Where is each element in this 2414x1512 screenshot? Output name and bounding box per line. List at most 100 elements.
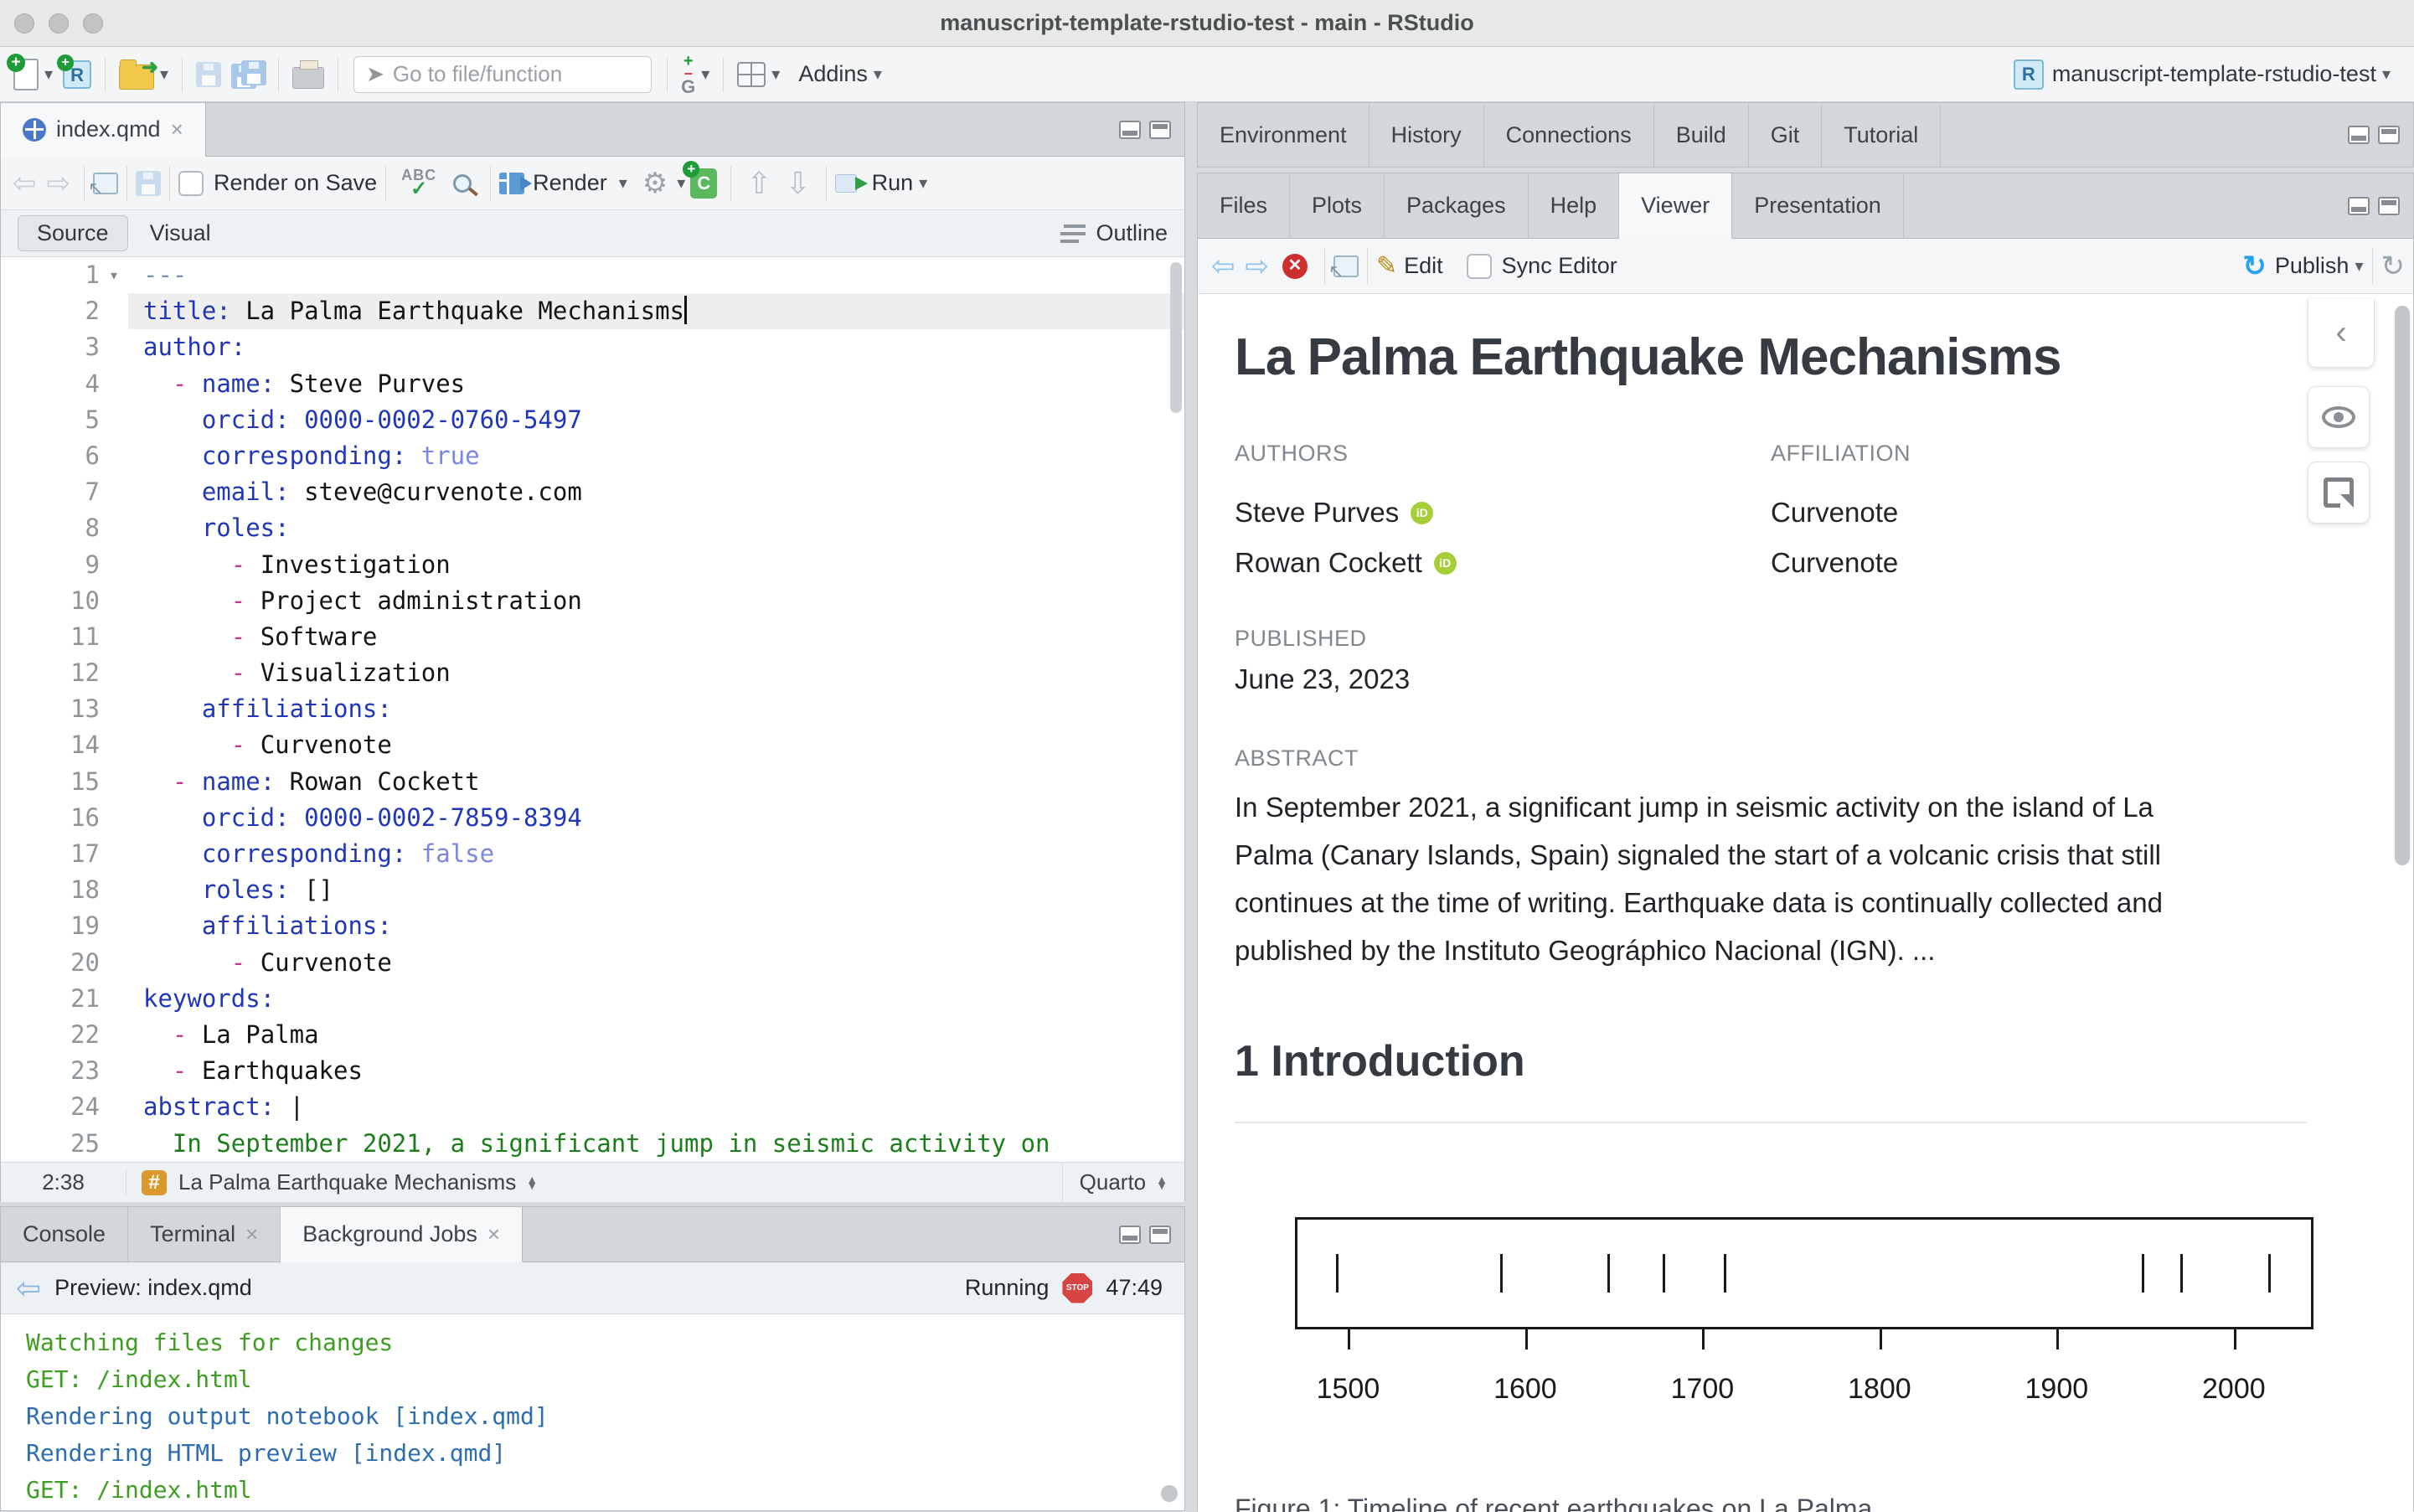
outline-button[interactable]: Outline — [1060, 220, 1168, 246]
code-line[interactable]: 19 affiliations: — [1, 908, 1184, 944]
code-line[interactable]: 21keywords: — [1, 981, 1184, 1017]
code-line[interactable]: 2title: La Palma Earthquake Mechanisms — [1, 293, 1184, 329]
close-tab-icon[interactable]: × — [245, 1221, 258, 1247]
minimize-pane-icon[interactable] — [2348, 197, 2370, 215]
maximize-pane-icon[interactable] — [2378, 126, 2400, 144]
viewer-scrollbar[interactable] — [2395, 306, 2410, 865]
back-icon[interactable]: ⇦ — [16, 1271, 41, 1306]
edit-button[interactable]: Edit — [1404, 253, 1443, 279]
render-on-save-checkbox[interactable] — [178, 171, 204, 196]
version-control-button[interactable]: +−G ▾ — [681, 53, 709, 96]
orcid-icon[interactable]: iD — [1434, 552, 1457, 575]
run-previous-icon[interactable]: ⇧ — [746, 166, 771, 201]
code-line[interactable]: 13 affiliations: — [1, 691, 1184, 727]
stop-job-icon[interactable]: STOP — [1062, 1273, 1092, 1303]
tab-index-qmd[interactable]: index.qmd × — [1, 103, 206, 157]
code-line[interactable]: 3author: — [1, 329, 1184, 365]
code-line[interactable]: 16 orcid: 0000-0002-7859-8394 — [1, 800, 1184, 836]
orcid-icon[interactable]: iD — [1411, 502, 1433, 524]
code-line[interactable]: 17 corresponding: false — [1, 836, 1184, 872]
publish-button[interactable]: Publish — [2275, 253, 2350, 279]
tab-files[interactable]: Files — [1198, 173, 1290, 238]
workspace-panes-button[interactable]: ▾ — [737, 53, 780, 96]
chevron-down-icon[interactable]: ▾ — [2355, 255, 2363, 276]
section-selector[interactable]: La Palma Earthquake Mechanisms — [178, 1169, 516, 1195]
document-format-selector[interactable]: Quarto ▲▼ — [1062, 1163, 1184, 1202]
save-all-button[interactable] — [231, 53, 265, 96]
minimize-pane-icon[interactable] — [1119, 1226, 1141, 1244]
code-line[interactable]: 15 - name: Rowan Cockett — [1, 764, 1184, 800]
search-icon[interactable] — [453, 174, 472, 193]
code-line[interactable]: 4 - name: Steve Purves — [1, 366, 1184, 402]
forward-icon[interactable]: ⇨ — [47, 167, 71, 200]
tab-history[interactable]: History — [1369, 103, 1484, 167]
console-scrollbar[interactable] — [1161, 1485, 1178, 1502]
minimize-pane-icon[interactable] — [2348, 126, 2370, 144]
tab-presentation[interactable]: Presentation — [1732, 173, 1904, 238]
gear-icon[interactable]: ⚙ — [642, 167, 668, 200]
annotation-button[interactable] — [2308, 462, 2370, 524]
code-line[interactable]: 22 - La Palma — [1, 1017, 1184, 1053]
code-line[interactable]: 14 - Curvenote — [1, 727, 1184, 763]
tab-background-jobs[interactable]: Background Jobs× — [281, 1207, 523, 1262]
tab-tutorial[interactable]: Tutorial — [1822, 103, 1941, 167]
code-line[interactable]: 25 In September 2021, a significant jump… — [1, 1126, 1184, 1162]
save-button[interactable] — [196, 53, 221, 96]
visibility-button[interactable] — [2308, 386, 2370, 448]
tab-help[interactable]: Help — [1529, 173, 1620, 238]
fold-arrow-icon[interactable]: ▾ — [100, 257, 128, 293]
code-line[interactable]: 1▾--- — [1, 257, 1184, 293]
chevron-down-icon[interactable]: ▾ — [919, 173, 927, 194]
back-icon[interactable]: ⇦ — [1211, 250, 1235, 283]
chevron-down-icon[interactable]: ▾ — [619, 173, 627, 194]
refresh-icon[interactable]: ↻ — [2381, 250, 2406, 283]
code-line[interactable]: 23 - Earthquakes — [1, 1053, 1184, 1089]
project-selector[interactable]: R manuscript-template-rstudio-test ▾ — [2014, 59, 2391, 90]
collapse-panel-button[interactable]: ‹ — [2308, 299, 2375, 368]
tab-console[interactable]: Console — [1, 1207, 128, 1262]
goto-file-search[interactable]: ➤ — [353, 56, 652, 93]
chevron-down-icon[interactable]: ▾ — [677, 173, 685, 194]
sync-editor-checkbox[interactable] — [1467, 254, 1492, 279]
tab-terminal[interactable]: Terminal× — [128, 1207, 281, 1262]
tab-visual-mode[interactable]: Visual — [150, 220, 211, 246]
code-line[interactable]: 12 - Visualization — [1, 655, 1184, 691]
code-line[interactable]: 9 - Investigation — [1, 547, 1184, 583]
forward-icon[interactable]: ⇨ — [1246, 250, 1270, 283]
code-line[interactable]: 24abstract: | — [1, 1089, 1184, 1125]
render-button[interactable]: Render — [533, 170, 607, 196]
popout-window-icon[interactable] — [93, 173, 118, 194]
clear-viewer-icon[interactable]: ✕ — [1282, 254, 1308, 279]
tab-build[interactable]: Build — [1654, 103, 1749, 167]
code-line[interactable]: 8 roles: — [1, 510, 1184, 546]
print-button[interactable] — [292, 53, 324, 96]
run-next-icon[interactable]: ⇩ — [785, 166, 810, 201]
maximize-pane-icon[interactable] — [1149, 121, 1171, 139]
minimize-pane-icon[interactable] — [1119, 121, 1141, 139]
code-line[interactable]: 20 - Curvenote — [1, 945, 1184, 981]
back-icon[interactable]: ⇦ — [13, 167, 37, 200]
addins-button[interactable]: Addins ▾ — [790, 53, 882, 96]
tab-packages[interactable]: Packages — [1385, 173, 1529, 238]
code-line[interactable]: 11 - Software — [1, 619, 1184, 655]
tab-plots[interactable]: Plots — [1290, 173, 1385, 238]
open-file-button[interactable]: ➜ ▾ — [119, 53, 168, 96]
code-line[interactable]: 7 email: steve@curvenote.com — [1, 474, 1184, 510]
spellcheck-icon[interactable]: ABC✓ — [401, 169, 436, 198]
new-project-button[interactable]: R+ — [63, 53, 91, 96]
code-line[interactable]: 5 orcid: 0000-0002-0760-5497 — [1, 402, 1184, 438]
code-line[interactable]: 6 corresponding: true — [1, 438, 1184, 474]
code-line[interactable]: 18 roles: [] — [1, 872, 1184, 908]
tab-source-mode[interactable]: Source — [18, 215, 128, 251]
tab-environment[interactable]: Environment — [1198, 103, 1369, 167]
tab-git[interactable]: Git — [1749, 103, 1823, 167]
close-tab-icon[interactable]: × — [487, 1221, 500, 1247]
tab-viewer[interactable]: Viewer — [1619, 173, 1732, 239]
close-tab-icon[interactable]: × — [171, 116, 183, 142]
tab-connections[interactable]: Connections — [1484, 103, 1654, 167]
editor-scrollbar[interactable] — [1170, 262, 1182, 413]
insert-chunk-button[interactable]: C+ — [690, 168, 717, 199]
run-button[interactable]: Run — [872, 170, 914, 196]
popout-window-icon[interactable] — [1333, 255, 1359, 277]
maximize-pane-icon[interactable] — [1149, 1226, 1171, 1244]
